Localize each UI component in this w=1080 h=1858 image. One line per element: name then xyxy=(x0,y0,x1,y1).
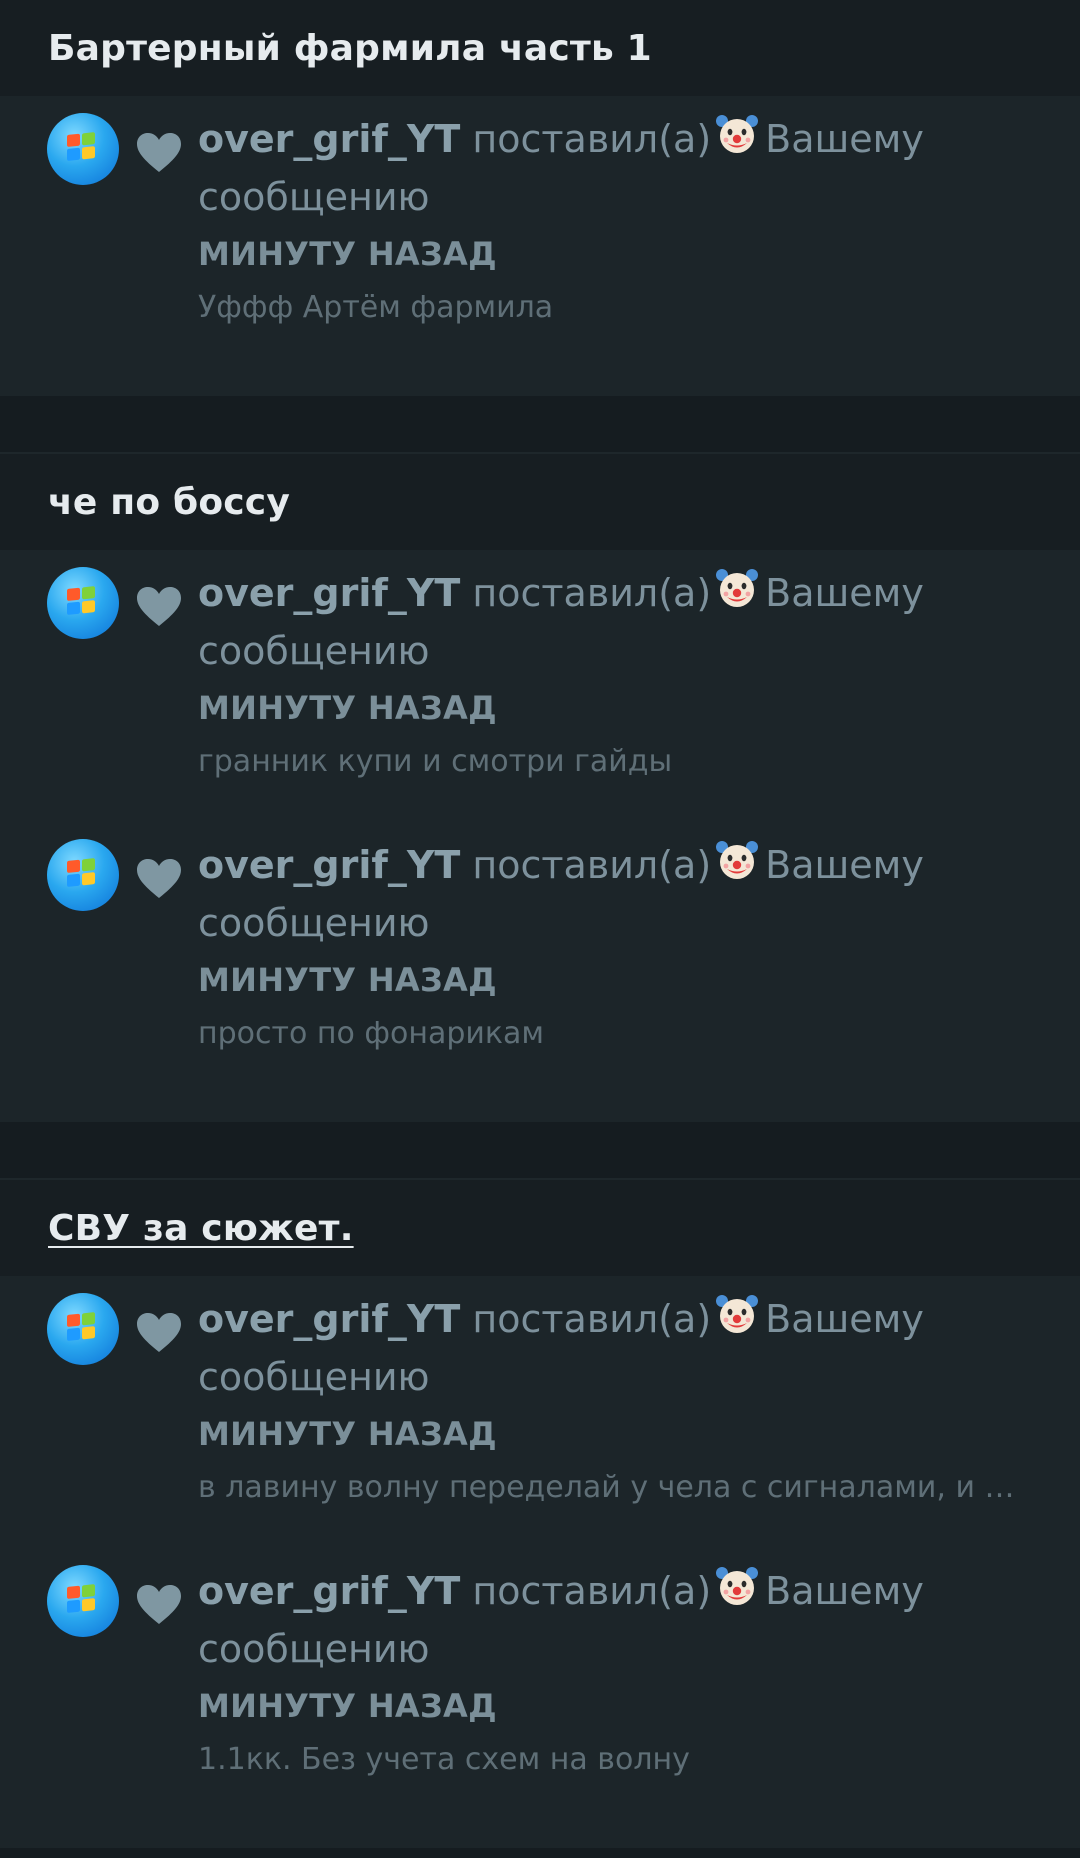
heart-icon xyxy=(137,1585,181,1624)
avatar[interactable] xyxy=(47,113,119,185)
action-text: поставил(а) xyxy=(472,571,712,615)
username-link[interactable]: over_grif_YT xyxy=(198,571,460,615)
notification-text: over_grif_YT поставил(а) Вашему сообщени… xyxy=(198,1290,1038,1406)
clown-face-icon xyxy=(716,1295,759,1333)
notification-content: over_grif_YT поставил(а) Вашему сообщени… xyxy=(198,110,1038,328)
action-text: поставил(а) xyxy=(472,843,712,887)
action-text: поставил(а) xyxy=(472,1569,712,1613)
username-link[interactable]: over_grif_YT xyxy=(198,843,460,887)
heart-icon xyxy=(137,1313,181,1352)
action-text: поставил(а) xyxy=(472,117,712,161)
timestamp: МИНУТУ НАЗАД xyxy=(198,1687,497,1725)
username-link[interactable]: over_grif_YT xyxy=(198,1297,460,1341)
clown-face-icon xyxy=(716,1567,759,1605)
notification-text: over_grif_YT поставил(а) Вашему сообщени… xyxy=(198,564,1038,680)
message-snippet: в лавину волну переделай у чела с сигнал… xyxy=(198,1470,1018,1505)
notification-item[interactable]: over_grif_YT поставил(а) Вашему сообщени… xyxy=(0,1290,1080,1562)
notification-item[interactable]: over_grif_YT поставил(а) Вашему сообщени… xyxy=(0,836,1080,1108)
thread-title-header[interactable]: СВУ за сюжет. xyxy=(0,1180,1080,1276)
heart-icon xyxy=(137,859,181,898)
thread-title-link[interactable]: СВУ за сюжет. xyxy=(48,1208,354,1249)
notification-text: over_grif_YT поставил(а) Вашему сообщени… xyxy=(198,110,1038,226)
clown-face-icon xyxy=(716,569,759,607)
notification-content: over_grif_YT поставил(а) Вашему сообщени… xyxy=(198,564,1038,782)
notification-item[interactable]: over_grif_YT поставил(а) Вашему сообщени… xyxy=(0,564,1080,836)
action-text: поставил(а) xyxy=(472,1297,712,1341)
thread-title-header[interactable]: Бартерный фармила часть 1 xyxy=(0,0,1080,96)
windows-logo-icon xyxy=(67,1312,95,1341)
notification-content: over_grif_YT поставил(а) Вашему сообщени… xyxy=(198,1562,1038,1780)
notification-item[interactable]: over_grif_YT поставил(а) Вашему сообщени… xyxy=(0,1562,1080,1834)
notification-content: over_grif_YT поставил(а) Вашему сообщени… xyxy=(198,1290,1038,1508)
thread-title[interactable]: че по боссу xyxy=(48,482,290,523)
message-snippet: 1.1кк. Без учета схем на волну xyxy=(198,1742,690,1777)
clown-face-icon xyxy=(716,841,759,879)
username-link[interactable]: over_grif_YT xyxy=(198,117,460,161)
timestamp: МИНУТУ НАЗАД xyxy=(198,961,497,999)
avatar[interactable] xyxy=(47,1565,119,1637)
notification-item[interactable]: over_grif_YT поставил(а) Вашему сообщени… xyxy=(0,110,1080,382)
message-snippet: просто по фонарикам xyxy=(198,1016,545,1051)
thread-title-header[interactable]: че по боссу xyxy=(0,454,1080,550)
message-snippet: гранник купи и смотри гайды xyxy=(198,744,673,779)
windows-logo-icon xyxy=(67,1584,95,1613)
notification-content: over_grif_YT поставил(а) Вашему сообщени… xyxy=(198,836,1038,1054)
notification-text: over_grif_YT поставил(а) Вашему сообщени… xyxy=(198,1562,1038,1678)
notification-list: over_grif_YT поставил(а) Вашему сообщени… xyxy=(0,1276,1080,1848)
avatar[interactable] xyxy=(47,1293,119,1365)
windows-logo-icon xyxy=(67,586,95,615)
timestamp: МИНУТУ НАЗАД xyxy=(198,235,497,273)
group-divider xyxy=(0,1122,1080,1180)
avatar[interactable] xyxy=(47,839,119,911)
notification-list: over_grif_YT поставил(а) Вашему сообщени… xyxy=(0,550,1080,1122)
group-divider xyxy=(0,396,1080,454)
notification-group: Бартерный фармила часть 1 over_grif_YT п… xyxy=(0,0,1080,396)
timestamp: МИНУТУ НАЗАД xyxy=(198,689,497,727)
thread-title[interactable]: Бартерный фармила часть 1 xyxy=(48,28,652,69)
notifications-feed: Бартерный фармила часть 1 over_grif_YT п… xyxy=(0,0,1080,1858)
heart-icon xyxy=(137,133,181,172)
heart-icon xyxy=(137,587,181,626)
notification-text: over_grif_YT поставил(а) Вашему сообщени… xyxy=(198,836,1038,952)
bottom-edge xyxy=(0,1848,1080,1858)
notification-group: СВУ за сюжет. over_grif_YT поставил(а) В… xyxy=(0,1180,1080,1848)
notification-group: че по боссу over_grif_YT поставил(а) Ваш… xyxy=(0,454,1080,1122)
username-link[interactable]: over_grif_YT xyxy=(198,1569,460,1613)
timestamp: МИНУТУ НАЗАД xyxy=(198,1415,497,1453)
clown-face-icon xyxy=(716,115,759,153)
avatar[interactable] xyxy=(47,567,119,639)
windows-logo-icon xyxy=(67,132,95,161)
windows-logo-icon xyxy=(67,858,95,887)
notification-list: over_grif_YT поставил(а) Вашему сообщени… xyxy=(0,96,1080,396)
message-snippet: Уффф Артём фармила xyxy=(198,290,554,325)
